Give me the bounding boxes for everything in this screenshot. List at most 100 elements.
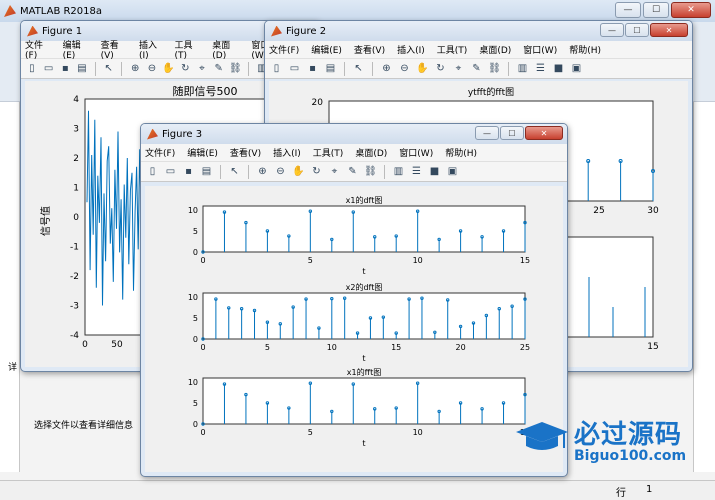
select-arrow-icon[interactable]: ↖: [227, 164, 242, 179]
menu-item-4[interactable]: 工具(T): [174, 38, 200, 61]
matlab-title: MATLAB R2018a: [20, 5, 103, 17]
zoom-out-icon[interactable]: ⊖: [397, 61, 412, 76]
menu-item-5[interactable]: 桌面(D): [355, 146, 387, 159]
toolbar-separator: [248, 61, 250, 76]
menu-item-6[interactable]: 窗口(W): [523, 43, 557, 56]
rotate-icon[interactable]: ↻: [178, 61, 192, 76]
close-button[interactable]: ✕: [525, 126, 563, 140]
figure2-title-bar[interactable]: Figure 2 — ☐ ✕: [265, 21, 692, 41]
link-icon[interactable]: ⛓: [487, 61, 502, 76]
figure2-menubar: 文件(F) 编辑(E) 查看(V) 插入(I) 工具(T) 桌面(D) 窗口(W) 帮助(H): [265, 41, 692, 59]
details-text: 选择文件以查看详细信息: [34, 421, 134, 431]
menu-item-0[interactable]: 文件(F): [25, 38, 51, 61]
menu-item-0[interactable]: 文件(F): [269, 43, 299, 56]
figure3-plot-area: [202, 377, 526, 425]
figure2-bottom-xtick: 15: [647, 342, 658, 352]
figure3-menubar: 文件(F) 编辑(E) 查看(V) 插入(I) 工具(T) 桌面(D) 窗口(W) 帮助(H): [141, 144, 567, 162]
figure3-xtick: 10: [413, 428, 423, 437]
menu-item-4[interactable]: 工具(T): [313, 146, 344, 159]
close-button[interactable]: ✕: [671, 2, 711, 18]
link-icon[interactable]: ⛓: [363, 164, 378, 179]
maximize-button[interactable]: ☐: [500, 126, 524, 140]
brush-icon[interactable]: ✎: [345, 164, 360, 179]
matlab-logo-icon: [271, 25, 282, 37]
menu-item-3[interactable]: 插入(I): [397, 43, 425, 56]
brush-icon[interactable]: ✎: [212, 61, 226, 76]
zoom-in-icon[interactable]: ⊕: [255, 164, 270, 179]
hide-plot-tools-icon[interactable]: ■: [551, 61, 566, 76]
menu-item-3[interactable]: 插入(I): [273, 146, 301, 159]
menu-item-5[interactable]: 桌面(D): [212, 38, 239, 61]
rotate-icon[interactable]: ↻: [433, 61, 448, 76]
menu-item-2[interactable]: 查看(V): [230, 146, 261, 159]
rotate-icon[interactable]: ↻: [309, 164, 324, 179]
menu-item-6[interactable]: 窗口(W): [399, 146, 433, 159]
status-bar: 行 1: [0, 480, 715, 500]
maximize-button[interactable]: ☐: [643, 2, 669, 18]
show-plot-tools-icon[interactable]: ▣: [445, 164, 460, 179]
toolbar-separator: [344, 61, 345, 76]
close-button[interactable]: ✕: [650, 23, 688, 37]
figure3-window[interactable]: Figure 3 — ☐ ✕ 文件(F) 编辑(E) 查看(V) 插入(I) 工具(T)…: [140, 123, 568, 477]
minimize-button[interactable]: —: [615, 2, 641, 18]
figure2-xtick: 25: [593, 206, 604, 216]
select-arrow-icon[interactable]: ↖: [351, 61, 366, 76]
minimize-button[interactable]: —: [600, 23, 624, 37]
zoom-out-icon[interactable]: ⊖: [145, 61, 159, 76]
pan-icon[interactable]: ✋: [415, 61, 430, 76]
select-arrow-icon[interactable]: ↖: [102, 61, 116, 76]
figure2-toolbar: ▯ ▭ ▪ ▤ ↖ ⊕ ⊖ ✋ ↻ ⌖ ✎ ⛓ ▥ ☰ ■ ▣: [265, 59, 692, 79]
figure3-ytick: 5: [193, 227, 198, 236]
open-file-icon[interactable]: ▭: [287, 61, 302, 76]
figure3-plot-title: x1的fft图: [347, 367, 381, 377]
figure3-ytick: 0: [193, 248, 198, 257]
save-icon[interactable]: ▪: [181, 164, 196, 179]
new-figure-icon[interactable]: ▯: [145, 164, 160, 179]
maximize-button[interactable]: ☐: [625, 23, 649, 37]
menu-item-5[interactable]: 桌面(D): [479, 43, 511, 56]
hide-plot-tools-icon[interactable]: ■: [427, 164, 442, 179]
show-plot-tools-icon[interactable]: ▣: [569, 61, 584, 76]
save-icon[interactable]: ▪: [58, 61, 72, 76]
matlab-logo-icon: [4, 5, 16, 17]
zoom-out-icon[interactable]: ⊖: [273, 164, 288, 179]
menu-item-1[interactable]: 编辑(E): [311, 43, 342, 56]
new-figure-icon[interactable]: ▯: [269, 61, 284, 76]
menu-item-7[interactable]: 帮助(H): [569, 43, 601, 56]
legend-icon[interactable]: ☰: [409, 164, 424, 179]
legend-icon[interactable]: ☰: [533, 61, 548, 76]
menu-item-2[interactable]: 查看(V): [101, 38, 127, 61]
new-figure-icon[interactable]: ▯: [25, 61, 39, 76]
print-icon[interactable]: ▤: [75, 61, 89, 76]
figure2-title: Figure 2: [286, 25, 327, 37]
print-icon[interactable]: ▤: [323, 61, 338, 76]
brush-icon[interactable]: ✎: [469, 61, 484, 76]
open-file-icon[interactable]: ▭: [163, 164, 178, 179]
menu-item-3[interactable]: 插入(I): [139, 38, 162, 61]
menu-item-1[interactable]: 编辑(E): [187, 146, 218, 159]
save-icon[interactable]: ▪: [305, 61, 320, 76]
watermark-url-text: Biguo100.com: [574, 448, 687, 464]
menu-item-2[interactable]: 查看(V): [354, 43, 385, 56]
zoom-in-icon[interactable]: ⊕: [128, 61, 142, 76]
colorbar-icon[interactable]: ▥: [391, 164, 406, 179]
menu-item-0[interactable]: 文件(F): [145, 146, 175, 159]
colorbar-icon[interactable]: ▥: [515, 61, 530, 76]
zoom-in-icon[interactable]: ⊕: [379, 61, 394, 76]
menu-item-4[interactable]: 工具(T): [437, 43, 468, 56]
menu-item-7[interactable]: 帮助(H): [445, 146, 477, 159]
figure2-ytick: 20: [312, 98, 324, 108]
open-file-icon[interactable]: ▭: [42, 61, 56, 76]
figure3-title-bar[interactable]: Figure 3 — ☐ ✕: [141, 124, 567, 144]
figure3-ytick: 5: [193, 399, 198, 408]
pan-icon[interactable]: ✋: [291, 164, 306, 179]
data-cursor-icon[interactable]: ⌖: [327, 164, 342, 179]
minimize-button[interactable]: —: [475, 126, 499, 140]
print-icon[interactable]: ▤: [199, 164, 214, 179]
data-cursor-icon[interactable]: ⌖: [195, 61, 209, 76]
link-icon[interactable]: ⛓: [229, 61, 243, 76]
pan-icon[interactable]: ✋: [162, 61, 176, 76]
data-cursor-icon[interactable]: ⌖: [451, 61, 466, 76]
figure3-toolbar: ▯ ▭ ▪ ▤ ↖ ⊕ ⊖ ✋ ↻ ⌖ ✎ ⛓ ▥ ☰ ■ ▣: [141, 162, 567, 182]
menu-item-1[interactable]: 编辑(E): [63, 38, 89, 61]
